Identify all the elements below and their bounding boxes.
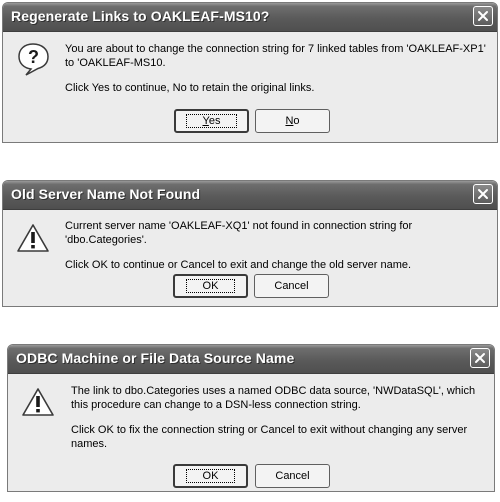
hint-text: Click OK to fix the connection string or… <box>71 424 468 450</box>
ok-button[interactable]: OK <box>173 274 248 298</box>
regenerate-links-dialog: Regenerate Links to OAKLEAF-MS10? ? You … <box>2 2 498 143</box>
message-text: The link to dbo.Categories uses a named … <box>71 385 476 411</box>
close-button[interactable] <box>473 6 493 26</box>
dialog-title: ODBC Machine or File Data Source Name <box>16 350 295 366</box>
old-server-name-dialog: Old Server Name Not Found Current server… <box>2 180 498 307</box>
dialog-title: Regenerate Links to OAKLEAF-MS10? <box>11 8 270 24</box>
question-icon: ? <box>18 43 49 76</box>
dialog-message-area: The link to dbo.Categories uses a named … <box>71 384 486 451</box>
message-text: Current server name 'OAKLEAF-XQ1' not fo… <box>65 220 413 246</box>
message-text: You are about to change the connection s… <box>65 43 486 69</box>
odbc-data-source-dialog: ODBC Machine or File Data Source Name Th… <box>7 344 495 492</box>
close-button[interactable] <box>470 348 490 368</box>
cancel-button[interactable]: Cancel <box>255 464 330 488</box>
cancel-button[interactable]: Cancel <box>254 274 329 298</box>
close-icon <box>478 189 488 199</box>
hint-text: Click OK to continue or Cancel to exit a… <box>65 259 412 271</box>
dialog-message-area: You are about to change the connection s… <box>65 42 495 95</box>
dialog-titlebar[interactable]: ODBC Machine or File Data Source Name <box>8 345 494 374</box>
dialog-message-area: Current server name 'OAKLEAF-XQ1' not fo… <box>65 219 495 272</box>
close-button[interactable] <box>473 184 493 204</box>
close-icon <box>478 11 488 21</box>
warning-icon <box>22 388 54 416</box>
ok-button[interactable]: OK <box>173 464 248 488</box>
dialog-titlebar[interactable]: Old Server Name Not Found <box>3 181 497 210</box>
dialog-titlebar[interactable]: Regenerate Links to OAKLEAF-MS10? <box>3 3 497 32</box>
yes-button[interactable]: Yes <box>174 109 249 133</box>
close-icon <box>475 353 485 363</box>
hint-text: Click Yes to continue, No to retain the … <box>65 82 315 94</box>
no-button[interactable]: No <box>255 109 330 133</box>
dialog-title: Old Server Name Not Found <box>11 186 201 202</box>
warning-icon <box>17 224 49 252</box>
svg-text:?: ? <box>28 47 39 67</box>
